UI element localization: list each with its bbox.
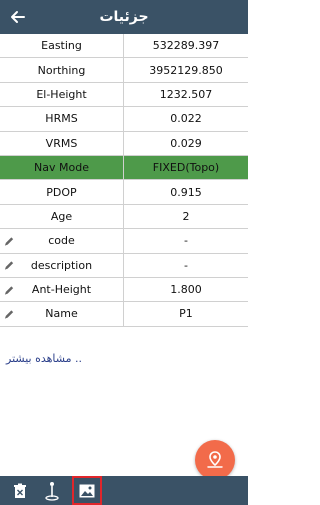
details-table: Easting 532289.397 Northing 3952129.850 … — [0, 34, 248, 327]
row-label: HRMS — [0, 107, 124, 131]
see-more-link[interactable]: مشاهده بیشتر .. — [6, 352, 82, 365]
row-value: 0.915 — [170, 185, 202, 199]
table-row-northing: Northing 3952129.850 — [0, 58, 248, 83]
row-label: Age — [0, 204, 124, 229]
row-label: Ant-Height — [0, 277, 124, 302]
delete-button[interactable] — [6, 476, 34, 505]
table-row-name[interactable]: Name P1 — [0, 302, 248, 327]
row-label: VRMS — [0, 131, 124, 155]
pencil-icon[interactable] — [4, 284, 15, 295]
table-row-easting: Easting 532289.397 — [0, 34, 248, 59]
row-value: - — [184, 234, 188, 248]
table-row-nav-mode: Nav Mode FIXED(Topo) — [0, 155, 248, 181]
row-value: 0.022 — [170, 112, 202, 126]
table-row-vrms: VRMS 0.029 — [0, 131, 248, 156]
location-fab-button[interactable] — [195, 440, 235, 480]
bottom-toolbar — [0, 476, 248, 505]
row-label: El-Height — [0, 82, 124, 107]
image-icon — [79, 484, 95, 497]
table-row-ant-height[interactable]: Ant-Height 1.800 — [0, 277, 248, 303]
row-value: 532289.397 — [152, 39, 220, 53]
row-value: 1232.507 — [159, 87, 213, 101]
map-pin-icon — [207, 451, 223, 468]
table-row-el-height: El-Height 1232.507 — [0, 82, 248, 108]
table-row-description[interactable]: description - — [0, 253, 248, 278]
row-value: 0.029 — [170, 136, 202, 150]
row-label: code — [0, 229, 124, 253]
row-label: description — [0, 253, 124, 277]
row-value: - — [184, 258, 188, 272]
row-value: 2 — [182, 209, 190, 223]
stakeout-button[interactable] — [38, 476, 66, 505]
top-app-bar: جزئیات — [0, 0, 248, 34]
pencil-icon[interactable] — [4, 308, 15, 319]
row-value: 3952129.850 — [149, 63, 223, 77]
image-button[interactable] — [72, 476, 102, 505]
row-label: Northing — [0, 58, 124, 82]
pencil-icon[interactable] — [4, 235, 15, 246]
app-screen: جزئیات Easting 532289.397 Northing 39521… — [0, 0, 248, 505]
row-value: P1 — [179, 307, 193, 321]
row-label: Nav Mode — [0, 155, 124, 180]
table-row-age: Age 2 — [0, 204, 248, 230]
row-label: Name — [0, 302, 124, 326]
page-title: جزئیات — [99, 9, 149, 25]
table-row-pdop: PDOP 0.915 — [0, 180, 248, 205]
row-label: PDOP — [0, 180, 124, 204]
table-row-hrms: HRMS 0.022 — [0, 107, 248, 132]
row-value: 1.800 — [170, 283, 202, 297]
row-label: Easting — [0, 34, 124, 58]
pencil-icon[interactable] — [4, 260, 15, 271]
trash-icon — [14, 483, 26, 498]
survey-pole-icon — [45, 481, 59, 501]
row-value: FIXED(Topo) — [152, 161, 220, 175]
table-row-code[interactable]: code - — [0, 229, 248, 254]
